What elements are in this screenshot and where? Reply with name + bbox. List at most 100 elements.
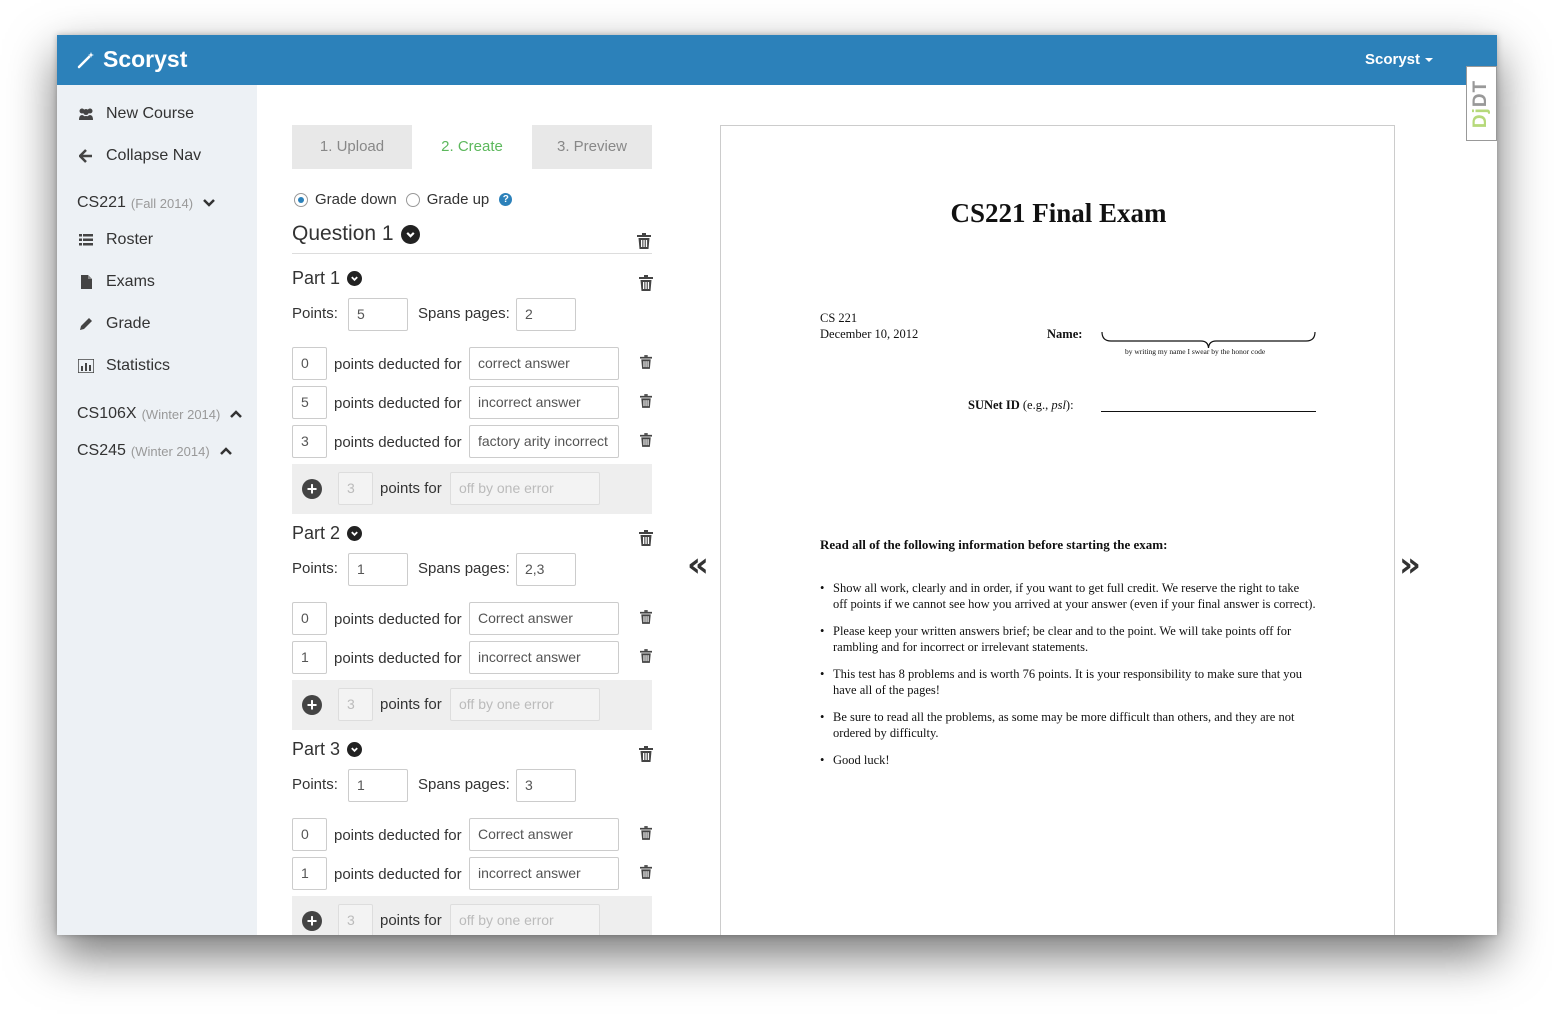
part-points-input[interactable]: 1 — [348, 553, 408, 586]
new-rubric-points-input[interactable]: 3 — [338, 904, 373, 935]
plus-circle-icon[interactable]: + — [302, 695, 322, 715]
chevron-circle-down-icon[interactable] — [347, 271, 363, 286]
plus-circle-icon[interactable]: + — [302, 911, 322, 931]
part-1-title[interactable]: Part 1 — [292, 268, 363, 289]
brand-link[interactable]: Scoryst — [77, 46, 187, 73]
sidebar-item-label: Grade — [106, 315, 151, 332]
course-term: (Winter 2014) — [141, 406, 221, 422]
spans-pages-input[interactable]: 3 — [516, 769, 576, 802]
sidebar-item-new-course[interactable]: New Course — [76, 105, 194, 123]
delete-rubric-trash-icon[interactable] — [640, 355, 652, 369]
delete-rubric-trash-icon[interactable] — [640, 433, 652, 447]
main-content: 1. Upload 2. Create 3. Preview Grade dow… — [257, 85, 1497, 935]
course-name: CS106X — [77, 405, 137, 422]
file-icon — [76, 275, 96, 289]
instructions-heading: Read all of the following information be… — [820, 537, 1168, 552]
rubric-description-input[interactable]: correct answer — [469, 347, 619, 380]
chevron-down-icon — [203, 196, 215, 210]
tab-create[interactable]: 2. Create — [412, 125, 532, 169]
rubric-description-input[interactable]: Correct answer — [469, 818, 619, 851]
spans-pages-input[interactable]: 2 — [516, 298, 576, 331]
spans-pages-label: Spans pages: — [418, 776, 510, 793]
new-rubric-description-input[interactable]: off by one error — [450, 688, 600, 721]
part-3-title[interactable]: Part 3 — [292, 739, 363, 760]
rubric-description-input[interactable]: incorrect answer — [469, 641, 619, 674]
sidebar-item-roster[interactable]: Roster — [76, 231, 153, 249]
part-title-text: Part 1 — [292, 268, 341, 288]
rubric-description-input[interactable]: incorrect answer — [469, 857, 619, 890]
instruction-item: Be sure to read all the problems, as som… — [820, 709, 1316, 741]
debug-toolbar-tab[interactable]: DjDT — [1466, 66, 1497, 141]
delete-rubric-trash-icon[interactable] — [640, 826, 652, 840]
name-label: Name: — [1047, 327, 1083, 341]
brand-name: Scoryst — [103, 46, 188, 72]
tab-upload[interactable]: 1. Upload — [292, 125, 412, 169]
rubric-points-input[interactable]: 3 — [292, 425, 327, 458]
points-for-label: points for — [380, 696, 442, 713]
chevron-circle-down-icon[interactable] — [400, 224, 420, 244]
delete-part-trash-icon[interactable] — [639, 530, 653, 546]
spans-pages-label: Spans pages: — [418, 560, 510, 577]
next-page-button[interactable]: » — [1399, 545, 1421, 585]
plus-circle-icon[interactable]: + — [302, 479, 322, 499]
sidebar-item-statistics[interactable]: Statistics — [76, 357, 170, 375]
caret-down-icon — [1425, 58, 1433, 63]
new-rubric-points-input[interactable]: 3 — [338, 472, 373, 505]
new-rubric-description-input[interactable]: off by one error — [450, 904, 600, 935]
sunet-hint: (e.g., psl): — [1022, 398, 1074, 412]
question-header: Question 1 — [292, 222, 652, 254]
chevron-circle-down-icon[interactable] — [347, 526, 363, 541]
rubric-points-input[interactable]: 0 — [292, 602, 327, 635]
new-rubric-description-input[interactable]: off by one error — [450, 472, 600, 505]
spans-pages-label: Spans pages: — [418, 305, 510, 322]
rubric-points-input[interactable]: 0 — [292, 347, 327, 380]
delete-question-trash-icon[interactable] — [637, 233, 651, 249]
delete-rubric-trash-icon[interactable] — [640, 865, 652, 879]
part-points-input[interactable]: 1 — [348, 769, 408, 802]
points-for-label: points for — [380, 480, 442, 497]
chevron-circle-down-icon[interactable] — [347, 742, 363, 757]
deducted-label: points deducted for — [334, 395, 462, 412]
question-title[interactable]: Question 1 — [292, 222, 652, 246]
spans-pages-input[interactable]: 2,3 — [516, 553, 576, 586]
part-points-input[interactable]: 5 — [348, 298, 408, 331]
course-cs221-toggle[interactable]: CS221 (Fall 2014) — [77, 194, 215, 212]
prev-page-button[interactable]: « — [687, 545, 709, 585]
points-for-label: points for — [380, 912, 442, 929]
rubric-points-input[interactable]: 0 — [292, 818, 327, 851]
grade-down-radio[interactable] — [294, 192, 308, 207]
sidebar-item-grade[interactable]: Grade — [76, 315, 150, 333]
help-icon[interactable]: ? — [499, 193, 513, 206]
chevron-up-icon — [230, 407, 243, 421]
delete-rubric-trash-icon[interactable] — [640, 649, 652, 663]
delete-part-trash-icon[interactable] — [639, 746, 653, 762]
sidebar-item-label: Collapse Nav — [106, 147, 202, 164]
tab-preview[interactable]: 3. Preview — [532, 125, 652, 169]
rubric-description-input[interactable]: factory arity incorrect — [469, 425, 619, 458]
user-menu-dropdown[interactable]: Scoryst — [1365, 51, 1433, 68]
course-cs245-toggle[interactable]: CS245 (Winter 2014) — [77, 442, 232, 460]
rubric-points-input[interactable]: 1 — [292, 857, 327, 890]
instruction-item: Please keep your written answers brief; … — [820, 623, 1316, 655]
delete-part-trash-icon[interactable] — [639, 275, 653, 291]
new-rubric-points-input[interactable]: 3 — [338, 688, 373, 721]
course-cs106x-toggle[interactable]: CS106X (Winter 2014) — [77, 405, 243, 423]
delete-rubric-trash-icon[interactable] — [640, 394, 652, 408]
grade-up-radio[interactable] — [405, 192, 420, 207]
add-rubric-row: + 3 points for off by one error — [292, 896, 652, 935]
rubric-description-input[interactable]: incorrect answer — [469, 386, 619, 419]
add-rubric-row: + 3 points for off by one error — [292, 680, 652, 730]
rubric-points-input[interactable]: 1 — [292, 641, 327, 674]
rubric-points-input[interactable]: 5 — [292, 386, 327, 419]
rubric-description-input[interactable]: Correct answer — [469, 602, 619, 635]
app-window: Scoryst Scoryst DjDT New Course Collapse… — [57, 35, 1497, 935]
part-2-title[interactable]: Part 2 — [292, 523, 363, 544]
points-label: Points: — [292, 560, 338, 577]
delete-rubric-trash-icon[interactable] — [640, 610, 652, 624]
sidebar-item-collapse-nav[interactable]: Collapse Nav — [76, 147, 201, 165]
user-menu-label: Scoryst — [1364, 51, 1420, 68]
sidebar-item-exams[interactable]: Exams — [76, 273, 155, 291]
grading-mode: Grade down Grade up ? — [294, 191, 513, 208]
sidebar: New Course Collapse Nav CS221 (Fall 2014… — [57, 85, 257, 935]
magic-wand-icon — [77, 51, 94, 68]
